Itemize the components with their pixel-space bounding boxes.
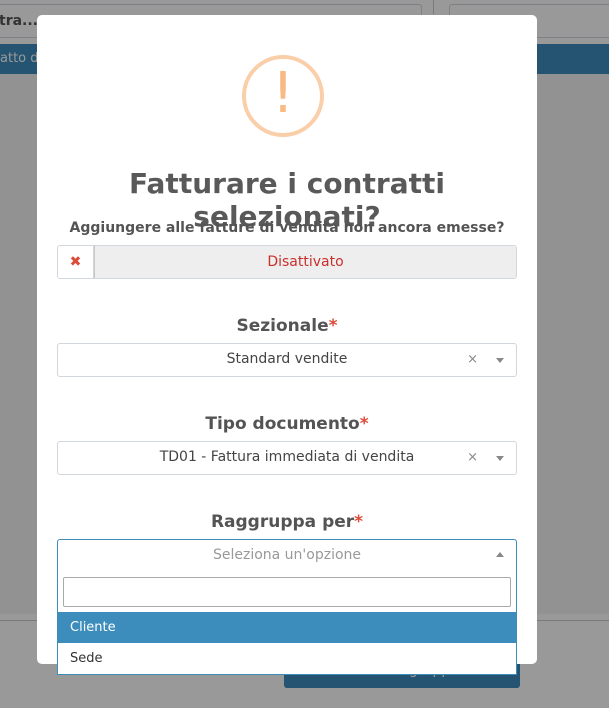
tipo-documento-clear-icon[interactable]: ×	[467, 450, 478, 465]
tipo-documento-value: TD01 - Fattura immediata di vendita	[159, 449, 415, 465]
sezionale-label-text: Sezionale	[236, 316, 329, 336]
raggruppa-select[interactable]: Seleziona un'opzione	[57, 539, 517, 573]
chevron-down-icon[interactable]	[496, 358, 504, 363]
append-invoices-label: Aggiungere alle fatture di vendita non a…	[69, 220, 505, 236]
required-mark: *	[354, 512, 364, 532]
required-mark: *	[328, 316, 338, 336]
raggruppa-label: Raggruppa per*	[37, 512, 537, 532]
raggruppa-placeholder: Seleziona un'opzione	[212, 547, 362, 563]
dropdown-option-sede[interactable]: Sede	[58, 643, 516, 674]
toggle-state-text: Disattivato	[94, 246, 516, 278]
warning-icon: !	[242, 55, 324, 137]
required-mark: *	[359, 414, 369, 434]
sezionale-clear-icon[interactable]: ×	[467, 352, 478, 367]
chevron-down-icon[interactable]	[496, 456, 504, 461]
sezionale-select[interactable]: Standard vendite ×	[57, 343, 517, 377]
confirm-dialog: ! Fatturare i contratti selezionati? Agg…	[37, 15, 537, 664]
sezionale-value: Standard vendite	[226, 351, 348, 367]
append-invoices-toggle[interactable]: ✖ Disattivato	[57, 245, 517, 279]
chevron-up-icon[interactable]	[496, 552, 504, 557]
dropdown-option-cliente[interactable]: Cliente	[58, 612, 516, 643]
sezionale-label: Sezionale*	[37, 316, 537, 336]
raggruppa-dropdown: Cliente Sede	[57, 572, 517, 675]
disabled-x-icon: ✖	[58, 246, 94, 278]
dropdown-search-input[interactable]	[63, 577, 511, 607]
tipo-documento-label-text: Tipo documento	[205, 414, 360, 434]
raggruppa-label-text: Raggruppa per	[210, 512, 355, 532]
tipo-documento-select[interactable]: TD01 - Fattura immediata di vendita ×	[57, 441, 517, 475]
warning-icon-symbol: !	[271, 61, 295, 126]
tipo-documento-label: Tipo documento*	[37, 414, 537, 434]
